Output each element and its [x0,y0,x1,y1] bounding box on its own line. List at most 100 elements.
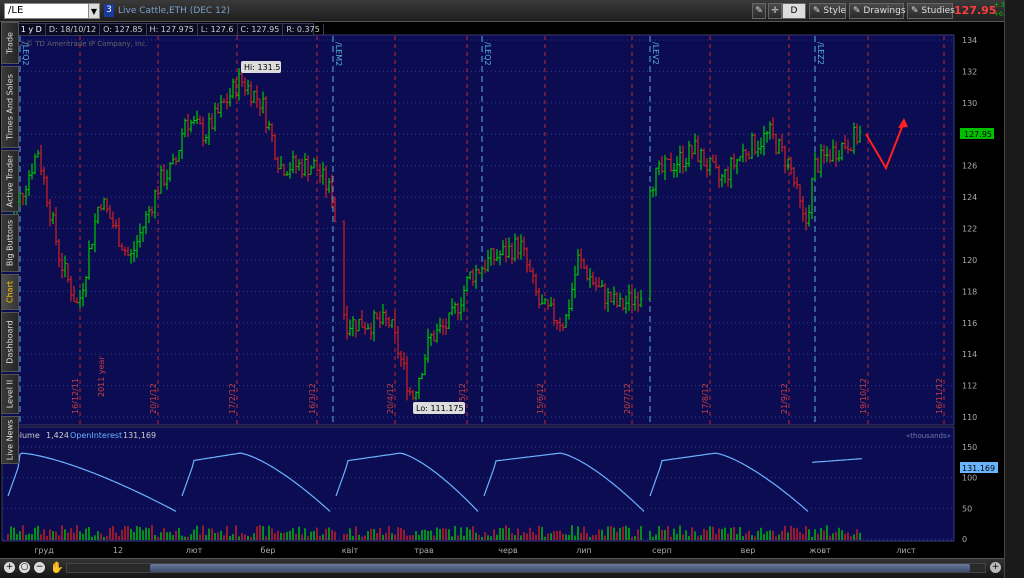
volume-bar [745,533,747,540]
volume-bar [430,530,432,540]
volume-bar [265,536,267,540]
tab-level-ii[interactable]: Level II [1,374,19,414]
tab-trade[interactable]: Trade [1,22,19,64]
volume-bar [658,526,660,540]
volume-bar [271,528,273,540]
tab-live-news[interactable]: Live News [1,416,19,464]
volume-bar [40,534,42,540]
volume-bar [328,527,330,540]
volume-bar [652,536,654,540]
price-chart[interactable]: 16/12/11 20/1/12 17/2/12 16/3/12 20/4/12 18/5… [0,22,1004,558]
volume-bar [226,525,228,540]
settings-wrench-icon[interactable]: ✎ [752,3,766,19]
volume-bar [139,527,141,540]
volume-tick-label: 150 [962,443,977,452]
volume-bar [637,529,639,540]
volume-bar [346,534,348,540]
svg-text:1,424: 1,424 [46,431,69,440]
volume-bar [220,530,222,540]
month-label: лют [186,546,203,555]
tab-big-buttons[interactable]: Big Buttons [1,214,19,272]
zoom-out-icon[interactable]: − [34,562,45,573]
close-value: C: 127.95 [238,24,284,35]
symbol-dropdown-icon[interactable]: ▼ [88,3,100,19]
drawings-button[interactable]: ✎ Drawings [849,3,906,19]
scrollbar-thumb[interactable] [150,564,970,572]
volume-bar [733,527,735,540]
volume-bar [598,529,600,540]
volume-bar [442,528,444,540]
volume-bar [94,535,96,540]
pan-hand-icon[interactable]: ✋ [50,561,64,574]
tab-times-and-sales[interactable]: Times And Sales [1,66,19,148]
tab-chart[interactable]: Chart [1,274,19,310]
style-button[interactable]: ✎ Style [809,3,846,19]
year-label: 2011 year [97,356,106,397]
volume-bar [679,525,681,540]
volume-bar [202,525,204,540]
price-tick-label: 118 [962,287,977,296]
volume-bar [310,531,312,540]
volume-bar [475,532,477,540]
price-tick-label: 130 [962,99,977,108]
volume-bar [277,530,279,540]
volume-bar [295,533,297,540]
aggregation-d-button[interactable]: D [782,3,806,19]
zoom-in-icon[interactable]: + [4,562,15,573]
volume-bar [580,532,582,540]
svg-text:127.95: 127.95 [964,130,992,139]
volume-tick-label: 100 [962,474,977,483]
volume-bar [847,532,849,540]
volume-bar [610,525,612,540]
volume-bar [364,535,366,540]
volume-bar [592,535,594,540]
expand-space-icon[interactable]: + [990,562,1001,573]
volume-bar [616,531,618,540]
volume-bar [169,531,171,540]
month-label: 12 [113,546,123,555]
volume-bar [832,533,834,540]
volume-bar [478,534,480,540]
ohlc-info-bar: /LE 1 y D D: 18/10/12 O: 127.85 H: 127.975 L… [2,23,324,36]
studies-button[interactable]: ✎ Studies [907,3,955,19]
volume-bar [211,528,213,540]
volume-bar [793,527,795,540]
crosshair-icon[interactable]: ✛ [768,3,782,19]
link-group-badge[interactable]: 3 [104,4,114,17]
volume-bar [190,534,192,540]
volume-bar [790,525,792,540]
price-tick-label: 124 [962,193,977,202]
volume-bar [808,529,810,540]
volume-bar [814,529,816,540]
volume-bar [355,526,357,540]
volume-bar [373,529,375,540]
volume-bar [463,535,465,540]
volume-bar [232,534,234,540]
volume-bar [769,530,771,540]
zoom-fit-icon[interactable]: ○ [19,562,30,573]
volume-bar [691,527,693,540]
volume-bar [532,531,534,540]
volume-bar [757,530,759,540]
volume-bar [334,531,336,540]
volume-bar [631,536,633,540]
volume-bar [103,536,105,540]
volume-bar [121,529,123,540]
volume-bar [88,527,90,540]
volume-bar [79,531,81,540]
volume-bar [436,527,438,540]
symbol-input[interactable]: /LE [4,3,100,19]
volume-bar [172,535,174,540]
volume-bar [43,529,45,540]
tab-active-trader[interactable]: Active Trader [1,150,19,212]
volume-bar [52,531,54,540]
tab-dashboard[interactable]: Dashboard [1,312,19,372]
month-label: вер [741,546,756,555]
instrument-description: Live Cattle,ETH (DEC 12) [118,6,231,16]
volume-bar [787,532,789,540]
volume-bar [511,532,513,540]
volume-bar [736,534,738,540]
copyright-text: 2012 © TD Ameritrade IP Company, Inc. [6,40,148,48]
volume-bar [520,535,522,540]
volume-bar [460,527,462,540]
